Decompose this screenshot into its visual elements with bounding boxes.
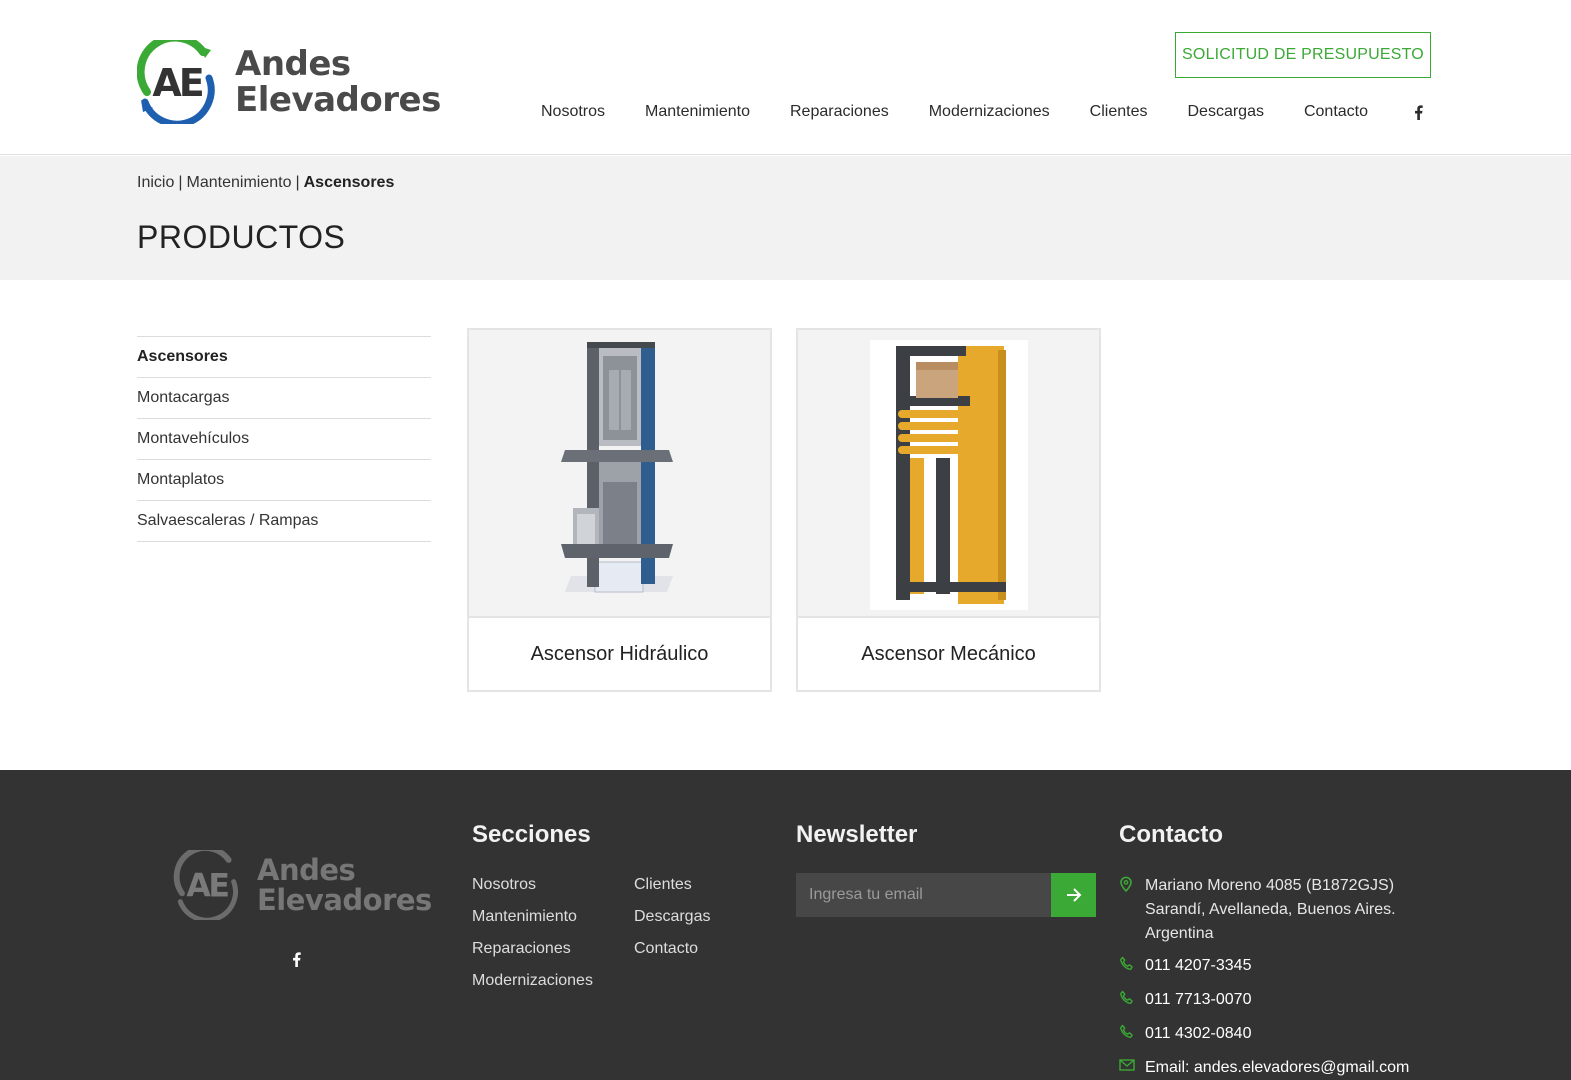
contact-address: Mariano Moreno 4085 (B1872GJS) Sarandí, … (1119, 874, 1396, 946)
breadcrumb-home[interactable]: Inicio (137, 174, 174, 191)
andes-logo-emblem-icon: AE (173, 850, 238, 920)
logo-line1: Andes (235, 44, 351, 84)
footer-link-reparaciones[interactable]: Reparaciones (472, 940, 571, 958)
nav-nosotros[interactable]: Nosotros (541, 103, 605, 121)
logo-wordmark: Andes Elevadores (235, 46, 441, 118)
phone-icon (1119, 954, 1145, 978)
contact-email[interactable]: Email: andes.elevadores@gmail.com (1119, 1056, 1409, 1080)
product-name[interactable]: Ascensor Mecánico (798, 618, 1099, 690)
product-image-hidraulico[interactable] (469, 330, 770, 618)
sidebar-item-montavehiculos[interactable]: Montavehículos (137, 419, 431, 460)
arrow-right-icon (1066, 888, 1081, 902)
breadcrumb-separator: | (178, 174, 183, 191)
address-line2: Sarandí, Avellaneda, Buenos Aires. (1145, 901, 1396, 918)
phone-icon (1119, 1022, 1145, 1046)
contact-phone-text[interactable]: 011 7713-0070 (1145, 988, 1251, 1012)
address-line3: Argentina (1145, 925, 1214, 942)
footer-link-descargas[interactable]: Descargas (634, 908, 710, 926)
contact-phone[interactable]: 011 4207-3345 (1119, 954, 1251, 978)
contact-phone[interactable]: 011 4302-0840 (1119, 1022, 1251, 1046)
nav-contacto[interactable]: Contacto (1304, 103, 1368, 121)
nav-modernizaciones[interactable]: Modernizaciones (929, 103, 1050, 121)
main-nav: Nosotros Mantenimiento Reparaciones Mode… (541, 103, 1424, 121)
contact-email-text[interactable]: Email: andes.elevadores@gmail.com (1145, 1056, 1409, 1080)
footer-logo-wordmark: Andes Elevadores (257, 855, 432, 915)
svg-text:AE: AE (152, 61, 202, 105)
sidebar-item-salvaescaleras[interactable]: Salvaescaleras / Rampas (137, 501, 431, 542)
category-sidebar: Ascensores Montacargas Montavehículos Mo… (137, 336, 431, 542)
site-footer: AE Andes Elevadores Secciones Nosotros M… (0, 770, 1571, 1080)
page-title-bar: Inicio | Mantenimiento | Ascensores PRODUCTO… (0, 156, 1571, 280)
footer-link-mantenimiento[interactable]: Mantenimiento (472, 908, 577, 926)
sidebar-item-montaplatos[interactable]: Montaplatos (137, 460, 431, 501)
page-title: PRODUCTOS (137, 219, 346, 255)
footer-link-clientes[interactable]: Clientes (634, 876, 692, 894)
breadcrumb-separator: | (295, 174, 300, 191)
site-header: AE Andes Elevadores SOLICITUD DE PRESUPU… (0, 0, 1571, 155)
mail-icon (1119, 1056, 1145, 1080)
sidebar-item-montacargas[interactable]: Montacargas (137, 378, 431, 419)
footer-link-modernizaciones[interactable]: Modernizaciones (472, 972, 593, 990)
product-card-mecanico[interactable]: Ascensor Mecánico (796, 328, 1101, 692)
footer-sections-title: Secciones (472, 821, 591, 848)
breadcrumb: Inicio | Mantenimiento | Ascensores (137, 174, 394, 192)
footer-link-contacto[interactable]: Contacto (634, 940, 698, 958)
address-line1: Mariano Moreno 4085 (B1872GJS) (1145, 877, 1395, 894)
nav-clientes[interactable]: Clientes (1090, 103, 1148, 121)
product-image-mecanico[interactable] (798, 330, 1099, 618)
footer-facebook-icon[interactable] (292, 952, 301, 972)
nav-descargas[interactable]: Descargas (1187, 103, 1263, 121)
footer-link-nosotros[interactable]: Nosotros (472, 876, 536, 894)
contact-phone-text[interactable]: 011 4302-0840 (1145, 1022, 1251, 1046)
footer-newsletter-title: Newsletter (796, 821, 918, 848)
footer-logo[interactable]: AE Andes Elevadores (173, 850, 432, 920)
contact-phone[interactable]: 011 7713-0070 (1119, 988, 1251, 1012)
sidebar-item-ascensores[interactable]: Ascensores (137, 337, 431, 378)
product-name[interactable]: Ascensor Hidráulico (469, 618, 770, 690)
contact-phone-text[interactable]: 011 4207-3345 (1145, 954, 1251, 978)
newsletter-submit-button[interactable] (1051, 873, 1096, 917)
svg-text:AE: AE (186, 869, 228, 905)
newsletter-email-input[interactable] (796, 873, 1051, 917)
facebook-icon[interactable] (1412, 104, 1424, 120)
logo-line2: Elevadores (235, 80, 441, 120)
nav-mantenimiento[interactable]: Mantenimiento (645, 103, 750, 121)
footer-logo-line2: Elevadores (257, 883, 432, 917)
contact-address-text: Mariano Moreno 4085 (B1872GJS) Sarandí, … (1145, 874, 1396, 946)
footer-logo-line1: Andes (257, 853, 356, 887)
nav-reparaciones[interactable]: Reparaciones (790, 103, 889, 121)
product-card-hidraulico[interactable]: Ascensor Hidráulico (467, 328, 772, 692)
location-pin-icon (1119, 874, 1145, 946)
phone-icon (1119, 988, 1145, 1012)
breadcrumb-section[interactable]: Mantenimiento (187, 174, 292, 191)
andes-logo-emblem-icon: AE (137, 40, 215, 124)
breadcrumb-current: Ascensores (303, 174, 395, 191)
footer-contact-title: Contacto (1119, 821, 1223, 848)
quote-request-button[interactable]: SOLICITUD DE PRESUPUESTO (1175, 32, 1431, 78)
site-logo[interactable]: AE Andes Elevadores (137, 40, 441, 124)
